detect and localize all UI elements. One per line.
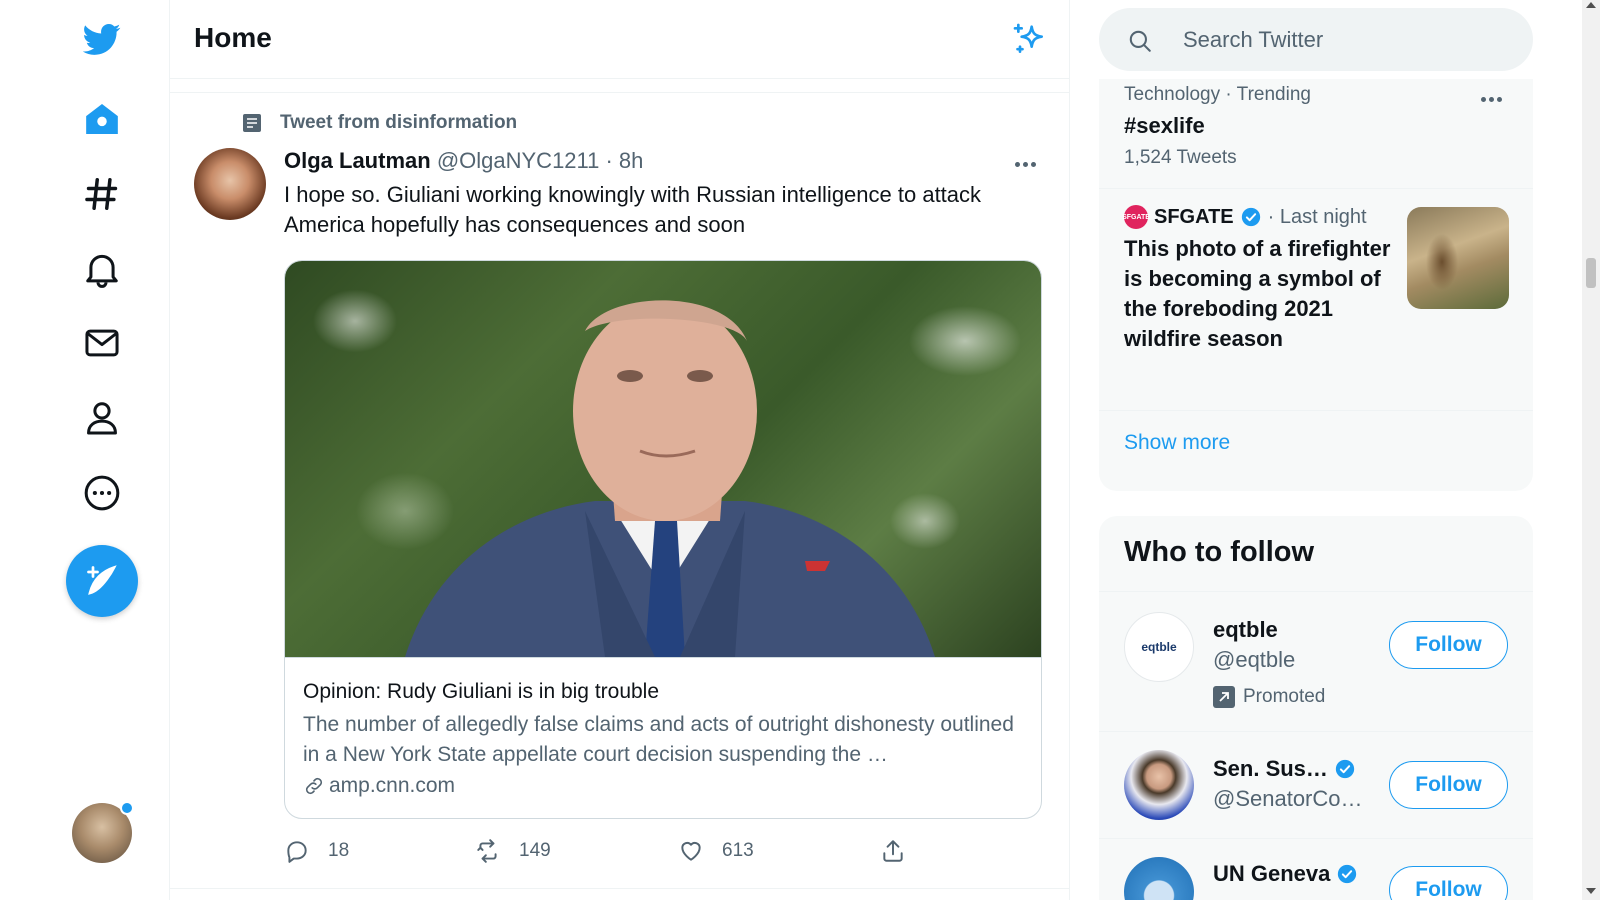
main-timeline: Home Tweet from disinformation Olga Laut… (170, 0, 1070, 900)
trend-count: 1,524 Tweets (1124, 147, 1237, 168)
promoted-label: Promoted (1213, 686, 1325, 708)
timeline-header: Home (170, 0, 1070, 79)
promoted-arrow-icon (1213, 686, 1235, 708)
left-sidebar (0, 0, 170, 900)
compose-quill-icon (87, 565, 117, 595)
home-icon[interactable] (72, 89, 132, 149)
more-options-icon[interactable] (72, 463, 132, 523)
search-input[interactable] (1183, 22, 1503, 58)
twitter-logo-icon[interactable] (72, 9, 132, 69)
author-name[interactable]: Olga Lautman (284, 148, 431, 173)
trend-item[interactable]: Technology · Trending #sexlife 1,524 Twe… (1099, 79, 1533, 189)
tweet-context: Tweet from disinformation (242, 112, 517, 134)
tweet-more-icon[interactable] (1008, 150, 1042, 178)
messages-envelope-icon[interactable] (72, 313, 132, 373)
divider (170, 92, 1070, 93)
search-icon (1129, 30, 1151, 52)
follow-suggestion[interactable]: eqtble eqtble @eqtble Promoted Follow (1099, 591, 1533, 731)
profile-person-icon[interactable] (72, 388, 132, 448)
suggestion-handle: @eqtble (1213, 647, 1296, 672)
suggestion-name: UN Geneva (1213, 861, 1358, 887)
suggestion-name: Sen. Sus… (1213, 756, 1356, 782)
account-avatar[interactable] (72, 801, 134, 863)
heart-icon (681, 841, 701, 861)
tweet-context-label: Tweet from disinformation (280, 112, 518, 133)
follow-button[interactable]: Follow (1389, 621, 1508, 669)
notification-dot (120, 801, 134, 815)
link-card[interactable]: Opinion: Rudy Giuliani is in big trouble… (284, 260, 1042, 819)
reply-count: 18 (328, 840, 350, 861)
search-box[interactable] (1099, 8, 1533, 71)
share-button[interactable] (880, 838, 906, 864)
who-to-follow-panel: Who to follow eqtble eqtble @eqtble Prom… (1099, 516, 1533, 900)
sfgate-logo-icon: SFGATE (1122, 205, 1150, 229)
compose-tweet-button[interactable] (66, 545, 138, 617)
senator-avatar (1124, 750, 1194, 820)
trend-more-icon[interactable] (1474, 89, 1508, 109)
link-card-domain: amp.cnn.com (303, 774, 1025, 798)
who-to-follow-title: Who to follow (1124, 536, 1315, 568)
news-item[interactable]: SFGATE SFGATE · Last night This photo of… (1099, 189, 1533, 411)
trends-panel: Technology · Trending #sexlife 1,524 Twe… (1099, 79, 1533, 491)
follow-button[interactable]: Follow (1389, 761, 1508, 809)
news-thumbnail (1407, 207, 1509, 309)
twitter-page: Home Tweet from disinformation Olga Laut… (0, 0, 1600, 900)
explore-hashtag-icon[interactable] (72, 164, 132, 224)
suggestion-handle: @SenatorCo… (1213, 786, 1363, 811)
reply-icon (287, 841, 307, 863)
verified-badge-icon (1338, 864, 1357, 884)
scroll-down-arrow-icon[interactable] (1586, 888, 1596, 894)
follow-suggestion[interactable]: UN Geneva Follow (1099, 838, 1533, 900)
reply-button[interactable]: 18 (284, 838, 349, 864)
trend-name: #sexlife (1124, 113, 1205, 138)
scroll-up-arrow-icon[interactable] (1586, 2, 1596, 8)
link-icon (305, 777, 323, 795)
scroll-thumb[interactable] (1586, 258, 1596, 288)
eqtble-logo-text: eqtble (1141, 640, 1177, 654)
verified-badge-icon (1335, 759, 1355, 779)
show-more-link[interactable]: Show more (1124, 431, 1230, 455)
page-scrollbar[interactable] (1582, 0, 1600, 900)
link-card-description: The number of allegedly false claims and… (303, 713, 1014, 766)
divider (170, 888, 1070, 889)
news-headline: This photo of a firefighter is becoming … (1124, 236, 1391, 351)
page-title: Home (194, 22, 272, 53)
retweet-button[interactable]: 149 (475, 838, 551, 864)
retweet-count: 149 (519, 840, 551, 861)
like-count: 613 (722, 840, 754, 861)
share-icon (883, 840, 903, 862)
link-card-domain-text: amp.cnn.com (329, 774, 456, 797)
author-handle[interactable]: @OlgaNYC1211 (437, 148, 600, 173)
news-time: · Last night (1267, 205, 1367, 228)
tweet-time[interactable]: · 8h (599, 148, 643, 173)
trend-meta: Technology · Trending (1124, 84, 1311, 105)
follow-button[interactable]: Follow (1389, 866, 1508, 900)
tweet-text: I hope so. Giuliani working knowingly wi… (284, 182, 982, 237)
retweet-icon (477, 839, 497, 863)
eqtble-avatar: eqtble (1124, 612, 1194, 682)
tweet-header: Olga Lautman @OlgaNYC1211 · 8h (284, 148, 643, 174)
un-geneva-avatar (1124, 857, 1194, 900)
author-avatar[interactable] (194, 148, 266, 220)
topic-list-icon (243, 114, 261, 132)
news-source: SFGATE SFGATE · Last night (1122, 205, 1367, 229)
tweet-actions: 18 149 613 (284, 838, 1044, 872)
link-card-title: Opinion: Rudy Giuliani is in big trouble (303, 680, 660, 703)
link-card-info: Opinion: Rudy Giuliani is in big trouble… (285, 657, 1041, 818)
notifications-bell-icon[interactable] (72, 239, 132, 299)
link-card-image (285, 261, 1041, 657)
follow-suggestion[interactable]: Sen. Sus… @SenatorCo… Follow (1099, 731, 1533, 838)
suggestion-name: eqtble (1213, 617, 1278, 642)
like-button[interactable]: 613 (678, 838, 754, 864)
news-source-name: SFGATE (1154, 205, 1234, 228)
verified-badge-icon (1241, 207, 1260, 227)
top-tweets-sparkle-icon[interactable] (1010, 20, 1050, 60)
